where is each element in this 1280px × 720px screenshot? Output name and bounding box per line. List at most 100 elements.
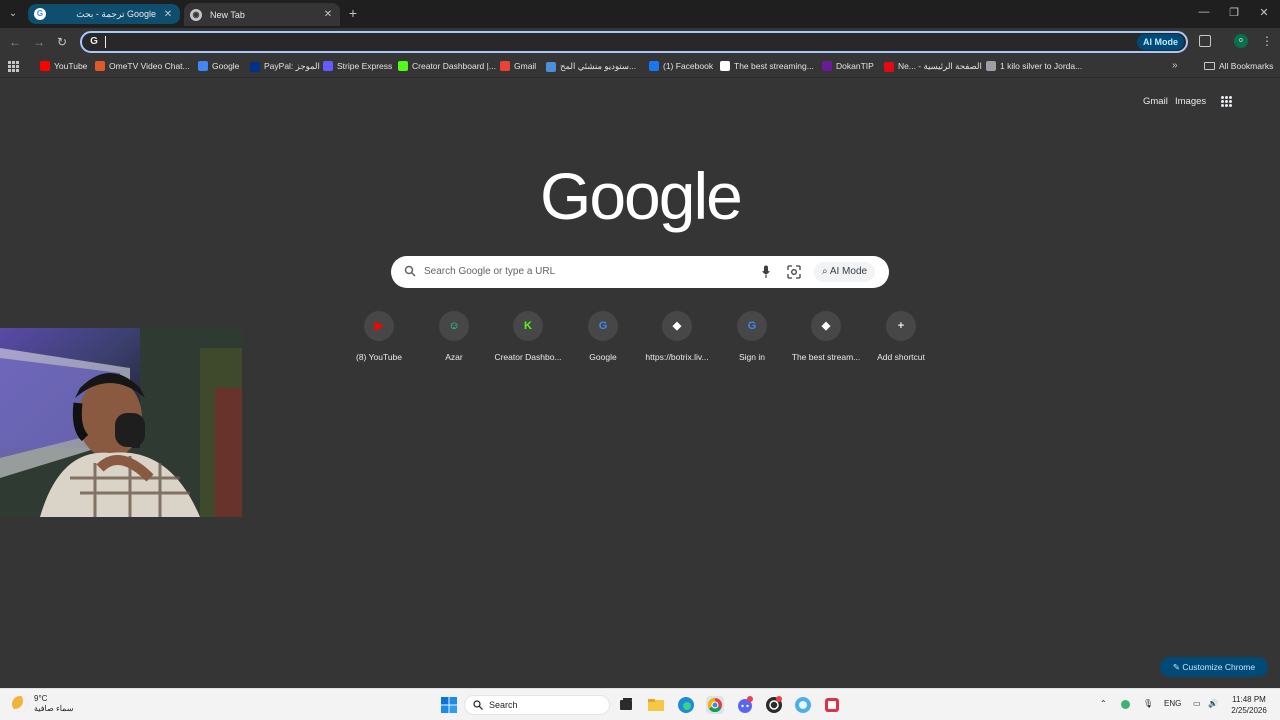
- customize-chrome-button[interactable]: ✎ Customize Chrome: [1160, 657, 1268, 677]
- bookmark-item[interactable]: Google: [198, 61, 239, 71]
- tab-google-search[interactable]: G ترجمة - بحث Google ✕: [28, 4, 180, 24]
- profile-avatar[interactable]: o: [1234, 34, 1248, 48]
- language-indicator[interactable]: ENG: [1164, 699, 1181, 708]
- discord-icon[interactable]: [736, 696, 754, 714]
- shortcut-tile[interactable]: K Creator Dashbo...: [490, 311, 566, 362]
- back-icon[interactable]: ←: [8, 35, 22, 49]
- clock[interactable]: 11:48 PM 2/25/2026: [1226, 694, 1272, 716]
- images-link[interactable]: Images: [1175, 96, 1206, 107]
- bookmark-item[interactable]: Creator Dashboard |...: [398, 61, 496, 71]
- omnibox[interactable]: G AI Mode: [80, 31, 1188, 53]
- google-lens-icon[interactable]: [787, 265, 801, 279]
- bookmark-label: (1) Facebook: [663, 61, 714, 71]
- shortcut-favicon-icon: K: [524, 320, 532, 332]
- bookmark-label: Gmail: [514, 61, 537, 71]
- bookmark-label: Creator Dashboard |...: [412, 61, 496, 71]
- shortcut-label: (8) YouTube: [356, 352, 402, 362]
- bookmark-item[interactable]: Gmail: [500, 61, 536, 71]
- bookmark-label: Stripe Express: [337, 61, 393, 71]
- minimize-icon[interactable]: —: [1197, 6, 1211, 18]
- monitor-icon[interactable]: ▭: [1193, 699, 1201, 708]
- bookmark-favicon-icon: [198, 61, 208, 71]
- moon-icon: [12, 696, 28, 712]
- tab-search-button[interactable]: ⌄: [4, 5, 22, 23]
- bookmark-item[interactable]: OmeTV Video Chat...: [95, 61, 190, 71]
- microphone-icon[interactable]: 🎙: [1143, 699, 1153, 708]
- window-close-icon[interactable]: ✕: [1257, 6, 1271, 19]
- obs-icon[interactable]: [765, 696, 783, 714]
- shortcut-label: Sign in: [739, 352, 765, 362]
- reload-icon[interactable]: ↻: [55, 35, 69, 49]
- shortcut-tile[interactable]: G Google: [565, 311, 641, 362]
- bookmark-item[interactable]: (1) Facebook: [649, 61, 713, 71]
- weather-description: سماء صافية: [34, 704, 74, 713]
- bookmark-favicon-icon: [323, 61, 333, 71]
- shortcut-tile[interactable]: ◆ The best stream...: [788, 311, 864, 362]
- close-icon[interactable]: ✕: [162, 9, 174, 20]
- taskbar-search-label: Search: [489, 700, 518, 710]
- google-apps-icon[interactable]: [1221, 96, 1232, 107]
- bookmarks-bar: YouTube OmeTV Video Chat... Google PayPal: …: [0, 56, 1280, 78]
- ai-mode-button[interactable]: ⌕ AI Mode: [814, 262, 876, 282]
- restore-icon[interactable]: ❐: [1227, 6, 1241, 19]
- edge-icon[interactable]: [677, 696, 695, 714]
- media-app-icon[interactable]: [823, 696, 841, 714]
- windows-start-icon[interactable]: [440, 696, 458, 714]
- ntp-search-box[interactable]: Search Google or type a URL ⌕ AI Mode: [391, 256, 889, 288]
- tab-title: ترجمة - بحث Google: [76, 8, 156, 19]
- menu-icon[interactable]: ⋮: [1261, 34, 1273, 48]
- chevron-double-right-icon[interactable]: »: [1172, 60, 1178, 71]
- google-icon: G: [90, 36, 98, 47]
- extensions-icon[interactable]: [1199, 35, 1211, 47]
- shortcut-tile[interactable]: ☺ Azar: [416, 311, 492, 362]
- taskbar-search[interactable]: Search: [464, 695, 610, 715]
- text-caret: [105, 36, 106, 48]
- bookmark-item[interactable]: PayPal: الموجز: [250, 61, 320, 72]
- shortcut-label: Google: [589, 352, 617, 362]
- webcam-video-image: [0, 328, 242, 517]
- gmail-link[interactable]: Gmail: [1143, 96, 1168, 107]
- ai-mode-button[interactable]: AI Mode: [1137, 34, 1184, 50]
- shortcut-tile[interactable]: ◆ https://botrix.liv...: [639, 311, 715, 362]
- shortcut-tile[interactable]: ▶ (8) YouTube: [341, 311, 417, 362]
- bookmark-item[interactable]: 1 kilo silver to Jorda...: [986, 61, 1082, 71]
- status-dot-icon[interactable]: [1121, 700, 1130, 709]
- bookmark-favicon-icon: [250, 61, 260, 72]
- new-tab-button[interactable]: +: [346, 6, 360, 20]
- chrome-icon[interactable]: [706, 696, 724, 714]
- taskbar: 9°C سماء صافية Search ⌃ 🎙 ENG ▭ 🔊 11:48 …: [0, 688, 1280, 720]
- add-shortcut-button[interactable]: + Add shortcut: [863, 311, 939, 362]
- close-icon[interactable]: ✕: [322, 9, 334, 20]
- toolbar: ← → ↻ G AI Mode o ⋮: [0, 28, 1280, 56]
- tab-new-tab[interactable]: ◉ New Tab ✕: [184, 3, 340, 26]
- google-logo: Google: [540, 159, 743, 233]
- bookmark-item[interactable]: Ne... - الصفحة الرئيسية: [884, 61, 982, 72]
- microphone-icon[interactable]: [762, 265, 770, 279]
- bookmark-item[interactable]: Stripe Express: [323, 61, 392, 71]
- browser-app-icon[interactable]: [794, 696, 812, 714]
- bookmark-item[interactable]: The best streaming...: [720, 61, 814, 71]
- bookmark-item[interactable]: ستوديو منشئي المح...: [546, 61, 636, 72]
- task-view-icon[interactable]: [617, 696, 635, 714]
- chevron-up-icon[interactable]: ⌃: [1100, 699, 1107, 708]
- speaker-icon[interactable]: 🔊: [1208, 699, 1218, 708]
- shortcut-tile[interactable]: G Sign in: [714, 311, 790, 362]
- shortcut-icon-circle: ◆: [662, 311, 692, 341]
- shortcut-favicon-icon: ☺: [448, 320, 460, 332]
- apps-grid-icon[interactable]: [8, 61, 19, 72]
- bookmark-favicon-icon: [986, 61, 996, 71]
- bookmark-favicon-icon: [500, 61, 510, 71]
- shortcut-favicon-icon: ◆: [821, 320, 831, 332]
- shortcut-label: Creator Dashbo...: [494, 352, 562, 362]
- bookmark-favicon-icon: [884, 61, 894, 72]
- bookmark-item[interactable]: YouTube: [40, 61, 87, 71]
- tab-title: New Tab: [210, 9, 245, 20]
- bookmark-item[interactable]: DokanTIP: [822, 61, 874, 71]
- bookmark-label: 1 kilo silver to Jorda...: [1000, 61, 1083, 71]
- weather-widget[interactable]: 9°C سماء صافية: [12, 694, 74, 714]
- shortcut-label: Azar: [445, 352, 463, 362]
- file-explorer-icon[interactable]: [647, 696, 665, 714]
- chrome-icon: ◉: [190, 8, 202, 21]
- forward-icon[interactable]: →: [32, 35, 46, 49]
- all-bookmarks-button[interactable]: All Bookmarks: [1204, 61, 1273, 71]
